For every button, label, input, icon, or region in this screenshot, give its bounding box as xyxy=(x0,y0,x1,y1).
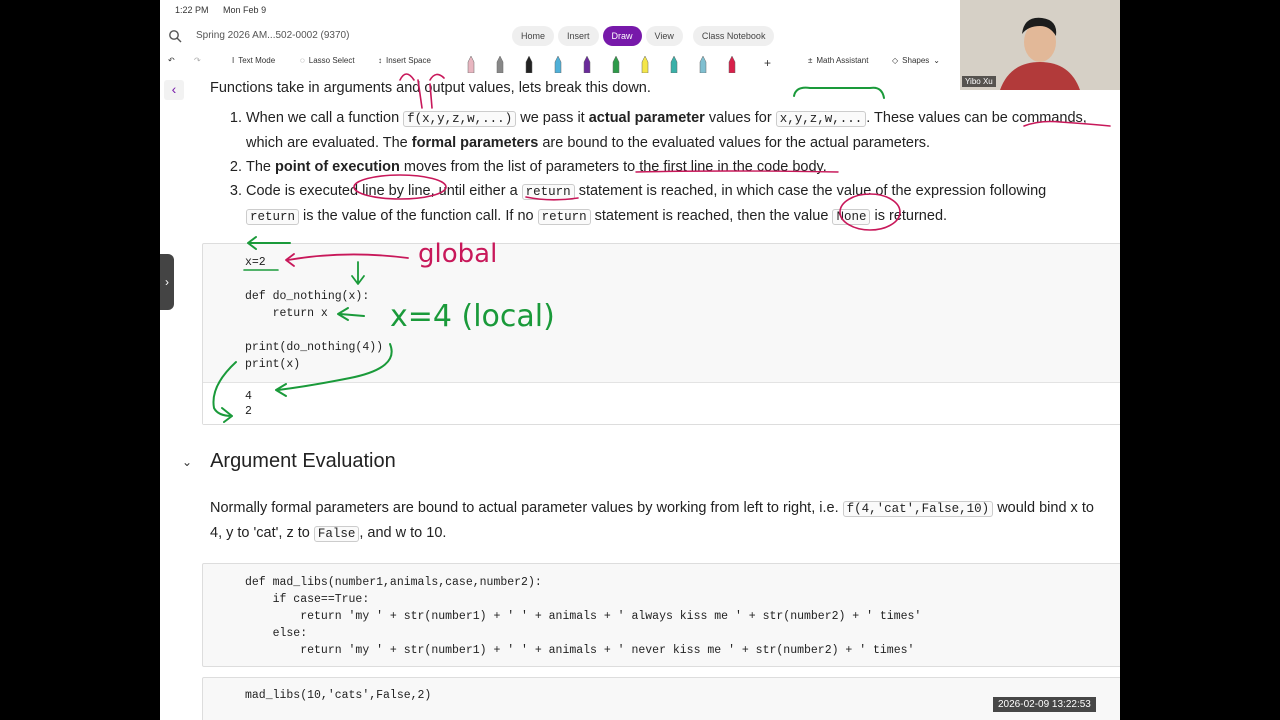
section-title: Argument Evaluation xyxy=(210,450,396,472)
list-item: When we call a function f(x,y,z,w,...) w… xyxy=(246,106,1100,155)
pen-tool[interactable] xyxy=(495,55,505,74)
math-icon: ± xyxy=(808,56,813,65)
code-cell-do-nothing[interactable]: x=2 def do_nothing(x): return x print(do… xyxy=(202,243,1120,425)
text-cursor-icon: I xyxy=(232,56,235,65)
tab-insert[interactable]: Insert xyxy=(558,26,599,46)
tab-view[interactable]: View xyxy=(645,26,683,46)
chevron-down-icon[interactable]: ⌄ xyxy=(182,455,192,469)
code-cell-mad-libs-call[interactable]: mad_libs(10,'cats',False,2) xyxy=(202,677,1120,720)
steps-list: When we call a function f(x,y,z,w,...) w… xyxy=(230,106,1100,229)
text-mode-button[interactable]: I Text Mode xyxy=(232,56,275,65)
onenote-window: 1:22 PM Mon Feb 9 Spring 2026 AM...502-0… xyxy=(160,0,1120,720)
shapes-button[interactable]: ◇ Shapes ⌄ xyxy=(892,56,940,65)
insert-space-button[interactable]: ↕ Insert Space xyxy=(378,56,431,65)
intro-text: Functions take in arguments and output v… xyxy=(210,80,651,96)
chevron-down-icon: ⌄ xyxy=(933,56,940,65)
tab-draw[interactable]: Draw xyxy=(602,26,642,46)
pen-tool[interactable] xyxy=(524,55,534,74)
side-panel-handle[interactable]: › xyxy=(160,254,174,310)
status-time: 1:22 PM xyxy=(175,5,209,15)
cell-output: 4 2 xyxy=(203,382,1120,424)
tab-class-notebook[interactable]: Class Notebook xyxy=(692,26,775,46)
code-block[interactable]: mad_libs(10,'cats',False,2) xyxy=(203,678,1120,704)
pen-tool[interactable] xyxy=(698,55,708,74)
notebook-title[interactable]: Spring 2026 AM...502-0002 (9370) xyxy=(196,30,349,41)
recording-timestamp: 2026-02-09 13:22:53 xyxy=(993,697,1096,712)
redo-icon[interactable]: ↷ xyxy=(194,56,201,65)
lasso-icon: ◌ xyxy=(300,56,305,65)
chevron-left-icon: ‹ xyxy=(171,81,177,97)
pen-tool[interactable] xyxy=(553,55,563,74)
pen-tool[interactable] xyxy=(727,55,737,74)
pen-tool[interactable] xyxy=(640,55,650,74)
pen-tool[interactable] xyxy=(466,55,476,74)
shapes-icon: ◇ xyxy=(892,56,899,65)
pen-tool[interactable] xyxy=(611,55,621,74)
status-date: Mon Feb 9 xyxy=(223,5,267,15)
undo-icon[interactable]: ↶ xyxy=(168,56,175,65)
list-item: The point of execution moves from the li… xyxy=(246,155,1100,179)
search-icon[interactable] xyxy=(168,29,182,43)
code-cell-mad-libs[interactable]: def mad_libs(number1,animals,case,number… xyxy=(202,563,1120,667)
pen-tool[interactable] xyxy=(582,55,592,74)
code-block[interactable]: def mad_libs(number1,animals,case,number… xyxy=(203,564,1120,659)
insert-space-icon: ↕ xyxy=(378,56,382,65)
code-block[interactable]: x=2 def do_nothing(x): return x print(do… xyxy=(203,244,1120,382)
webcam-overlay: Yibo Xu xyxy=(960,0,1120,90)
section-header: ⌄ Argument Evaluation xyxy=(182,450,396,473)
ribbon-tabs: Home Insert Draw View Class Notebook xyxy=(512,26,775,46)
presenter-name: Yibo Xu xyxy=(962,76,996,87)
tab-home[interactable]: Home xyxy=(512,26,555,46)
list-item: Code is executed line by line, until eit… xyxy=(246,179,1100,229)
chevron-right-icon: › xyxy=(165,275,169,289)
pen-tool[interactable] xyxy=(669,55,679,74)
add-pen-icon[interactable]: + xyxy=(764,56,771,70)
argument-evaluation-text: Normally formal parameters are bound to … xyxy=(210,500,1094,542)
lasso-select-button[interactable]: ◌ Lasso Select xyxy=(300,56,355,65)
back-button[interactable]: ‹ xyxy=(164,80,184,100)
math-assistant-button[interactable]: ± Math Assistant xyxy=(808,56,868,65)
